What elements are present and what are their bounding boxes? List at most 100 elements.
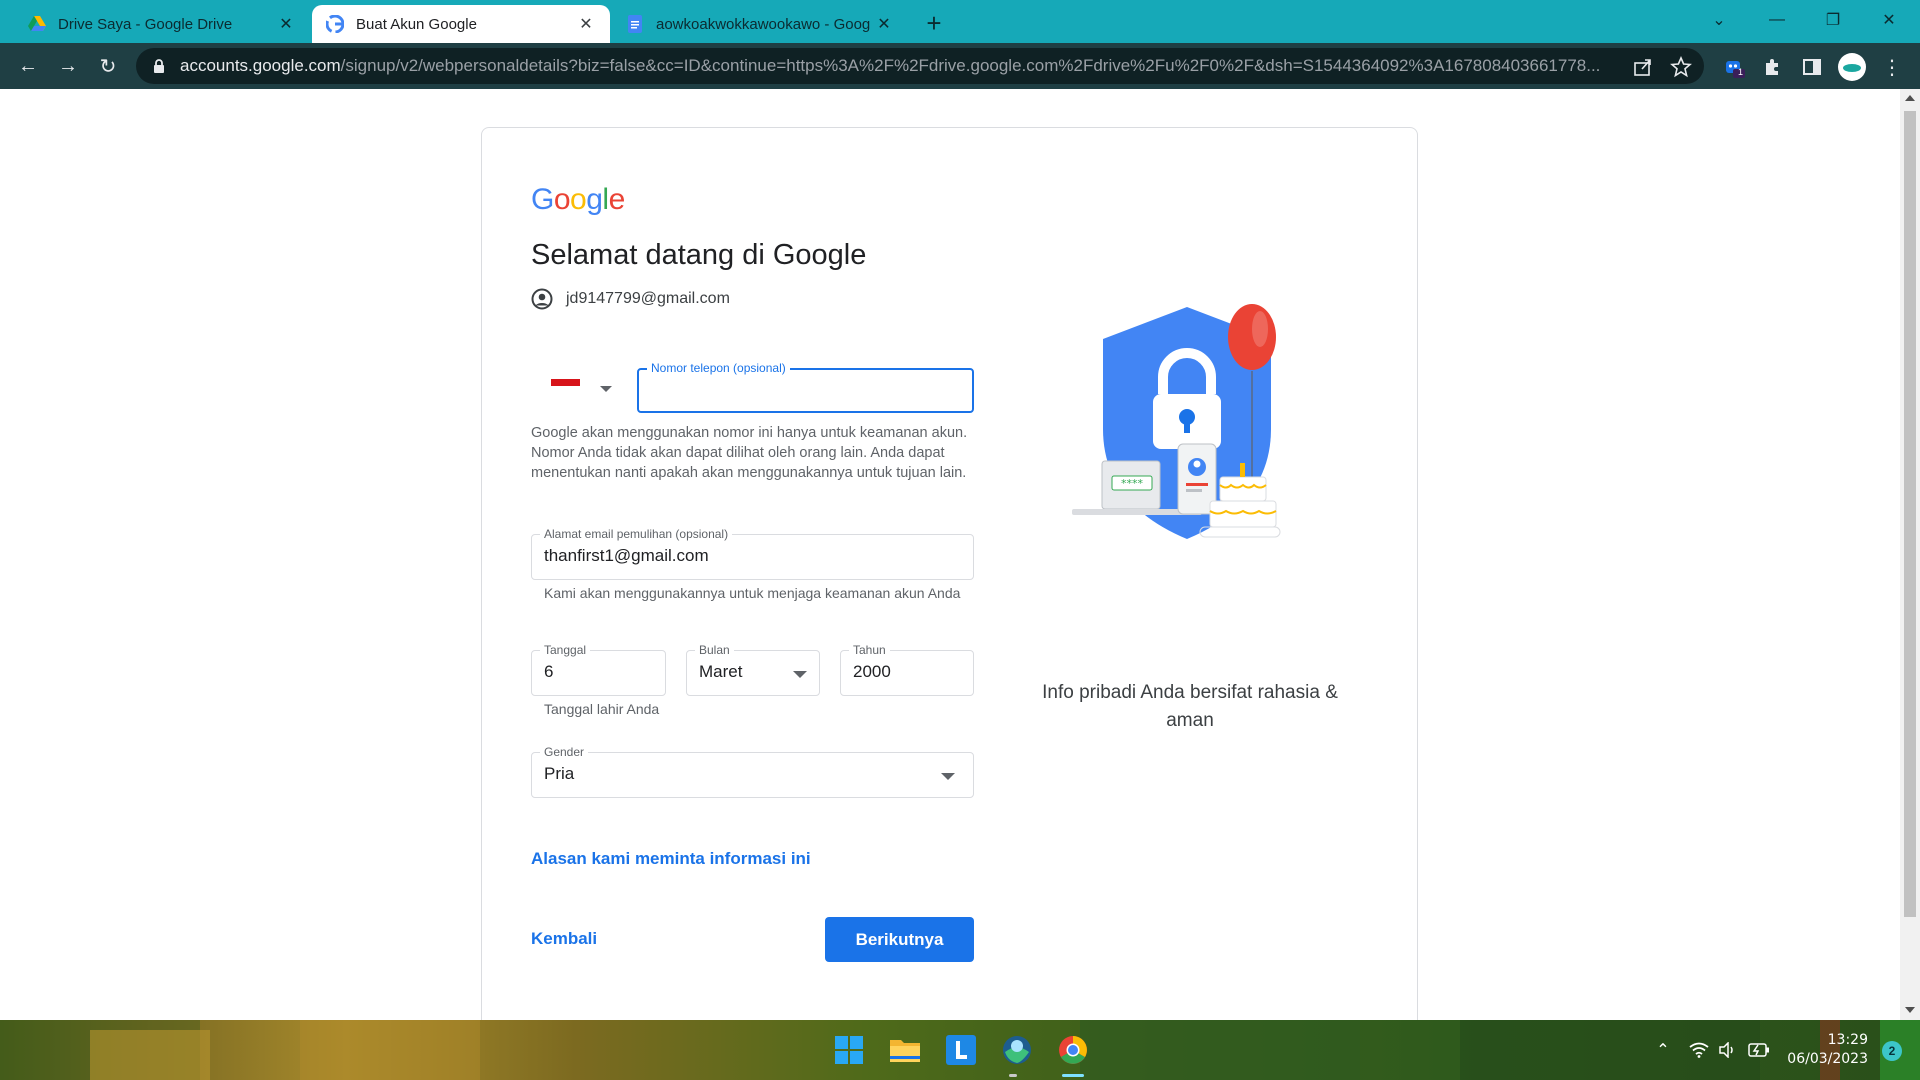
- url-host: accounts.google.com: [180, 56, 341, 75]
- gender-label: Gender: [540, 745, 589, 759]
- phone-help-text: Google akan menggunakan nomor ini hanya …: [531, 425, 968, 481]
- close-icon[interactable]: ✕: [874, 14, 894, 34]
- phone-field[interactable]: Nomor telepon (opsional): [637, 361, 974, 413]
- scroll-down-arrow-icon[interactable]: [1905, 1007, 1915, 1013]
- google-drive-icon: [28, 15, 46, 33]
- wifi-icon[interactable]: [1688, 1039, 1710, 1061]
- candle: [1240, 463, 1245, 477]
- account-email: jd9147799@gmail.com: [566, 290, 730, 307]
- profile-line-grey: [1186, 489, 1202, 492]
- address-bar[interactable]: accounts.google.com/signup/v2/webpersona…: [136, 48, 1704, 84]
- security-illustration: ****: [1072, 304, 1281, 539]
- country-select[interactable]: [551, 372, 617, 400]
- google-docs-icon: [626, 15, 644, 33]
- phone-label: Nomor telepon (opsional): [647, 361, 790, 375]
- chevron-down-icon: [600, 386, 612, 392]
- windows-start-icon[interactable]: [829, 1030, 869, 1070]
- tab-create-account[interactable]: Buat Akun Google ✕: [312, 5, 610, 43]
- chevron-down-icon: [793, 671, 807, 678]
- tab-label: Buat Akun Google: [356, 15, 477, 33]
- profile-head-graphic: [1193, 460, 1201, 468]
- year-value: 2000: [853, 662, 891, 681]
- cake-plate: [1199, 526, 1281, 538]
- year-label: Tahun: [849, 643, 890, 657]
- edge-like-icon[interactable]: [997, 1030, 1037, 1070]
- google-logo: Google: [531, 183, 625, 216]
- scrollbar-thumb[interactable]: [1904, 111, 1916, 917]
- new-tab-button[interactable]: +: [918, 8, 950, 40]
- account-chip: jd9147799@gmail.com: [531, 288, 730, 310]
- chrome-icon[interactable]: [1053, 1030, 1093, 1070]
- url-text: accounts.google.com/signup/v2/webpersona…: [180, 56, 1640, 76]
- password-dots: ****: [1121, 477, 1144, 490]
- browser-tab-strip: Drive Saya - Google Drive ✕ Buat Akun Go…: [0, 0, 1920, 43]
- battery-charging-icon[interactable]: [1748, 1039, 1770, 1061]
- month-value: Maret: [699, 662, 743, 681]
- chevron-down-icon: [941, 773, 955, 780]
- account-circle-icon: [531, 288, 553, 310]
- vertical-scrollbar[interactable]: [1900, 89, 1920, 1020]
- tab-search-icon[interactable]: ⌄: [1696, 0, 1742, 40]
- profile-avatar[interactable]: [1838, 53, 1866, 81]
- month-label: Bulan: [695, 643, 734, 657]
- recovery-email-field[interactable]: Alamat email pemulihan (opsional) thanfi…: [531, 527, 974, 580]
- keyhole-slot: [1184, 421, 1190, 433]
- cake-top: [1219, 476, 1267, 502]
- close-icon[interactable]: ✕: [276, 14, 296, 34]
- scroll-up-arrow-icon[interactable]: [1905, 95, 1915, 101]
- profile-line-red: [1186, 483, 1208, 486]
- month-select[interactable]: Bulan Maret: [686, 643, 820, 696]
- balloon: [1228, 304, 1276, 370]
- minimize-button[interactable]: —: [1754, 0, 1800, 40]
- indonesia-flag-icon: [551, 379, 580, 393]
- day-value: 6: [544, 662, 554, 681]
- tab-label: aowkoakwokkawookawo - Goog: [656, 15, 871, 33]
- notification-badge[interactable]: 2: [1882, 1041, 1902, 1061]
- extension-badge: 1: [1738, 67, 1744, 77]
- page-viewport: Google Selamat datang di Google jd914779…: [0, 89, 1900, 1020]
- birthdate-help-text: Tanggal lahir Anda: [544, 701, 660, 717]
- back-button[interactable]: Kembali: [531, 929, 597, 949]
- recovery-email-value: thanfirst1@gmail.com: [544, 546, 709, 565]
- gender-value: Pria: [544, 764, 575, 783]
- reload-icon[interactable]: ↻: [92, 50, 124, 82]
- close-icon[interactable]: ✕: [576, 14, 596, 34]
- url-path: /signup/v2/webpersonaldetails?biz=false&…: [340, 56, 1601, 75]
- google-g-icon: [326, 15, 344, 33]
- lock-icon: [154, 59, 164, 73]
- page-title: Selamat datang di Google: [531, 239, 867, 271]
- tab-docs[interactable]: aowkoakwokkawookawo - Goog ✕: [612, 5, 908, 43]
- extensions-puzzle-icon[interactable]: [1760, 55, 1784, 79]
- active-app-indicator: [1062, 1074, 1084, 1077]
- illustration-caption: Info pribadi Anda bersifat rahasia & ama…: [1042, 682, 1338, 731]
- why-info-link[interactable]: Alasan kami meminta informasi ini: [531, 849, 811, 869]
- day-field[interactable]: Tanggal 6: [531, 643, 666, 696]
- balloon-highlight: [1252, 311, 1268, 347]
- bookmark-star-icon[interactable]: [1670, 56, 1692, 78]
- file-explorer-icon[interactable]: [885, 1030, 925, 1070]
- more-menu-icon[interactable]: ⋮: [1880, 55, 1904, 79]
- clock-date: 06/03/2023: [1787, 1051, 1868, 1067]
- back-arrow-icon[interactable]: ←: [12, 50, 44, 82]
- running-app-indicator: [1009, 1074, 1017, 1077]
- side-panel-icon[interactable]: [1800, 55, 1824, 79]
- l-app-icon[interactable]: [941, 1030, 981, 1070]
- tab-drive[interactable]: Drive Saya - Google Drive ✕: [14, 5, 310, 43]
- next-button[interactable]: Berikutnya: [825, 917, 974, 962]
- share-icon[interactable]: [1632, 56, 1654, 78]
- chevron-up-icon[interactable]: ⌃: [1652, 1039, 1674, 1061]
- volume-icon[interactable]: [1716, 1039, 1738, 1061]
- extension-robot-icon[interactable]: 1: [1722, 55, 1746, 79]
- gender-select[interactable]: Gender Pria: [531, 745, 974, 798]
- windows-taskbar: ⌃ 13:29 06/03/2023 2: [0, 1020, 1920, 1080]
- close-window-button[interactable]: ✕: [1866, 0, 1912, 40]
- forward-arrow-icon[interactable]: →: [52, 50, 84, 82]
- recovery-email-label: Alamat email pemulihan (opsional): [540, 527, 733, 541]
- tab-label: Drive Saya - Google Drive: [58, 15, 233, 33]
- clock-time: 13:29: [1827, 1032, 1868, 1048]
- browser-toolbar: ← → ↻ accounts.google.com/signup/v2/webp…: [0, 43, 1920, 89]
- year-field[interactable]: Tahun 2000: [840, 643, 974, 696]
- system-clock[interactable]: 13:29 06/03/2023: [1787, 1031, 1868, 1069]
- restore-button[interactable]: ❐: [1810, 0, 1856, 40]
- day-label: Tanggal: [540, 643, 591, 657]
